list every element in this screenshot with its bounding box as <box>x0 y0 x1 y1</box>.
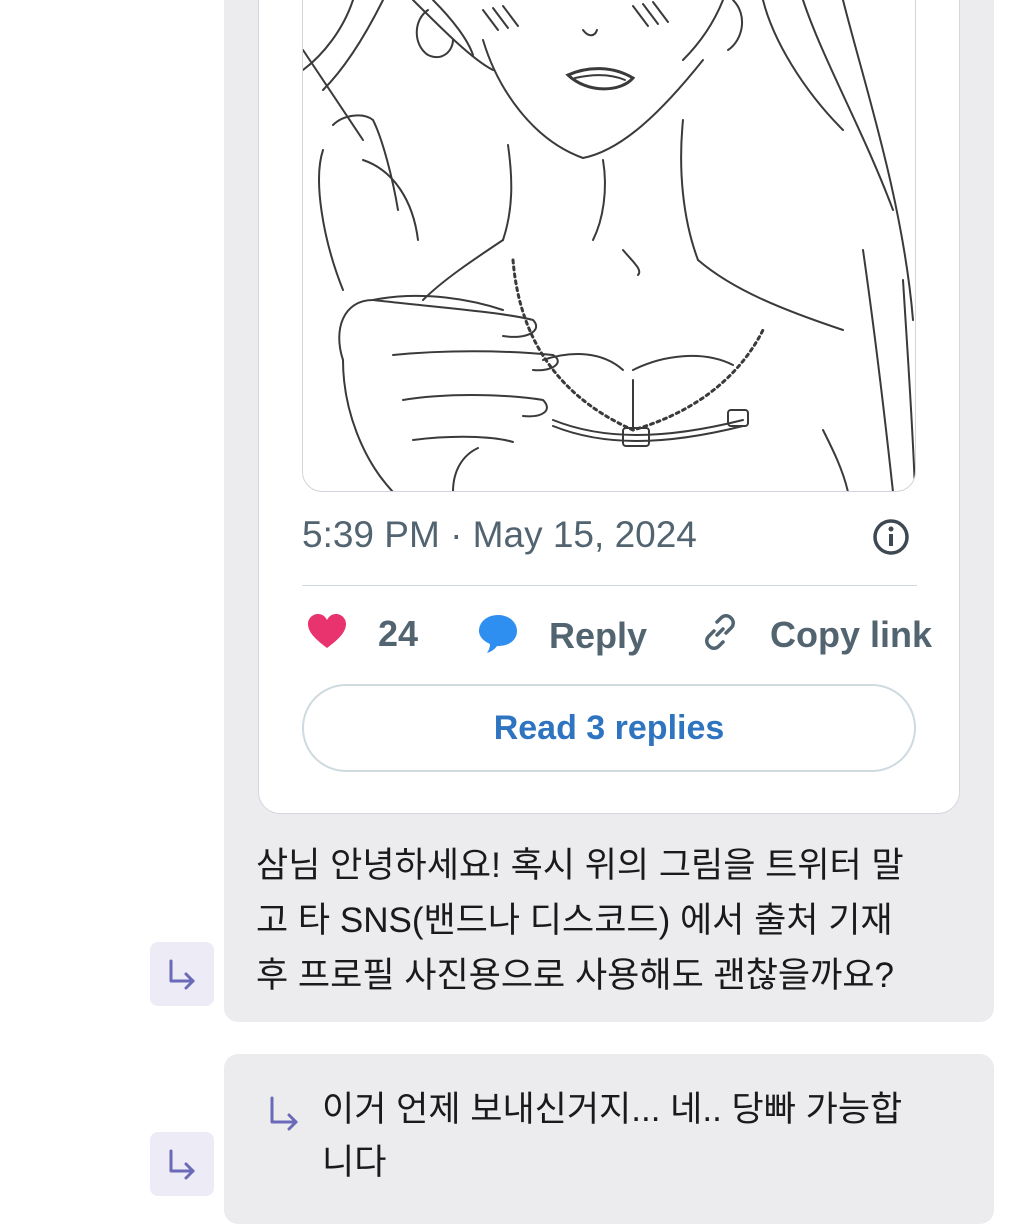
tweet-divider <box>302 585 917 586</box>
like-action[interactable]: 24 <box>306 612 418 655</box>
info-icon[interactable] <box>871 517 911 557</box>
link-icon <box>700 612 740 657</box>
reply-action[interactable]: Reply <box>477 612 647 659</box>
reply-label: Reply <box>549 614 648 656</box>
message-line: 이거 언제 보내신거지... 네.. 당빠 가능합 <box>322 1090 903 1129</box>
reply-arrow-icon <box>266 1094 302 1134</box>
message-line: 니다 <box>322 1143 387 1182</box>
reply-arrow-icon[interactable] <box>150 942 214 1006</box>
message-line: 삼님 안녕하세요! 혹시 위의 그림을 트위터 말 <box>256 846 904 885</box>
copy-link-action[interactable]: Copy link <box>700 612 932 657</box>
heart-icon <box>306 612 348 655</box>
copy-link-label: Copy link <box>770 613 933 655</box>
tweet-illustration-image[interactable] <box>302 0 916 492</box>
like-count: 24 <box>378 612 419 654</box>
comment-icon <box>477 612 519 659</box>
message-line: 고 타 SNS(밴드나 디스코드) 에서 출처 기재 <box>256 901 893 940</box>
tweet-timestamp[interactable]: 5:39 PM · May 15, 2024 <box>302 514 697 556</box>
reply-arrow-icon[interactable] <box>150 1132 214 1196</box>
message-line: 후 프로필 사진용으로 사용해도 괜찮을까요? <box>256 956 894 995</box>
read-replies-button[interactable]: Read 3 replies <box>302 684 916 772</box>
